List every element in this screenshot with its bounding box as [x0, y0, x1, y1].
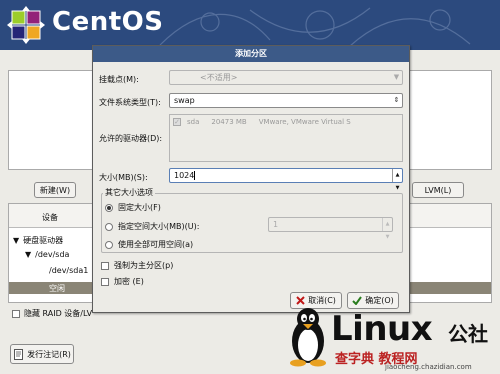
watermark-cn: 公社 [448, 322, 488, 346]
text-cursor [194, 171, 196, 180]
encrypt-checkbox-row[interactable]: 加密 (E) [101, 276, 144, 287]
force-primary-checkbox[interactable] [101, 261, 109, 270]
encrypt-label: 加密 (E) [114, 277, 144, 286]
size-label: 大小(MB)(S): [99, 173, 148, 182]
mount-point-value: <不适用> [200, 73, 238, 82]
chevron-down-icon: ▼ [393, 73, 400, 81]
expander-icon[interactable]: ▼ [25, 250, 31, 259]
encrypt-checkbox[interactable] [101, 277, 109, 286]
spin-down-icon[interactable]: ▼ [386, 231, 390, 244]
size-value: 1024 [174, 171, 195, 180]
watermark: Linux 公社 查字典 教程网 jiaocheng.chazidian.com [285, 303, 500, 374]
fs-type-value: swap [174, 96, 195, 105]
drive-size: 20473 MB [211, 118, 247, 126]
up-down-arrows-icon: ⇕ [393, 96, 400, 104]
drive-name: sda [187, 118, 200, 126]
document-icon [14, 348, 24, 360]
release-notes-label: 发行注记(R) [27, 349, 71, 359]
tree-row-label: /dev/sda [35, 250, 70, 259]
spin-up-icon[interactable]: ▲ [396, 169, 400, 182]
mount-point-combo[interactable]: <不适用> ▼ [169, 70, 403, 85]
allowed-drives-label: 允许的驱动器(D): [99, 134, 163, 143]
fill-max-radio[interactable]: 使用全部可用空间(a) [105, 239, 193, 250]
drive-model: VMware, VMware Virtual S [258, 118, 351, 126]
lvm-button[interactable]: LVM(L) [412, 182, 464, 198]
tux-penguin-icon [290, 308, 326, 367]
tree-row-hard-drives[interactable]: ▼ 硬盘驱动器 [13, 235, 63, 246]
fs-type-select[interactable]: swap ⇕ [169, 93, 403, 108]
release-notes-button[interactable]: 发行注记(R) [10, 344, 74, 364]
centos-banner: CentOS [0, 0, 500, 50]
tree-row-label: /dev/sda1 [49, 266, 89, 275]
other-size-options-title: 其它大小选项 [103, 187, 155, 198]
drive-row[interactable]: ✓ sda 20473 MB VMware, VMware Virtual S [173, 118, 351, 126]
hide-raid-label: 隐藏 RAID 设备/LV [24, 309, 93, 318]
tree-row-sda1[interactable]: /dev/sda1 [49, 266, 88, 275]
drive-checkbox[interactable]: ✓ [173, 118, 181, 126]
new-partition-label: 新建(W) [39, 185, 71, 195]
force-primary-label: 强制为主分区(p) [114, 261, 174, 270]
fill-up-to-spinner[interactable]: 1 ▲ ▼ [268, 217, 393, 240]
tree-row-label: 空闲 [49, 284, 65, 293]
fill-up-to-radio[interactable]: 指定空间大小(MB)(U): [105, 221, 199, 232]
expander-icon[interactable]: ▼ [13, 236, 19, 245]
spin-buttons[interactable]: ▲ ▼ [392, 169, 402, 191]
new-partition-button[interactable]: 新建(W) [34, 182, 76, 198]
device-header-label: 设备 [42, 213, 58, 222]
fill-up-to-value: 1 [273, 220, 279, 229]
tree-row-label: 硬盘驱动器 [23, 236, 64, 245]
hide-raid-checkbox[interactable] [12, 309, 20, 318]
allowed-drives-list[interactable]: ✓ sda 20473 MB VMware, VMware Virtual S [169, 114, 403, 162]
radio-selected-icon[interactable] [105, 203, 113, 212]
fs-type-label: 文件系统类型(T): [99, 98, 161, 107]
hide-raid-checkbox-row[interactable]: 隐藏 RAID 设备/LV [12, 308, 92, 319]
watermark-brand: Linux [331, 309, 433, 349]
watermark-url: jiaocheng.chazidian.com [385, 363, 472, 371]
radio-icon[interactable] [105, 240, 113, 249]
centos-logo-icon [7, 6, 45, 44]
add-partition-dialog: 添加分区 挂载点(M): <不适用> ▼ 文件系统类型(T): swap ⇕ 允… [92, 45, 410, 313]
fixed-size-radio[interactable]: 固定大小(F) [105, 202, 161, 213]
fill-up-to-label: 指定空间大小(MB)(U): [118, 222, 200, 231]
fixed-size-label: 固定大小(F) [118, 203, 161, 212]
dialog-title: 添加分区 [93, 46, 409, 62]
tree-row-sda[interactable]: ▼ /dev/sda [25, 250, 69, 259]
mount-point-label: 挂载点(M): [99, 75, 139, 84]
banner-swirl-decoration [159, 7, 471, 47]
size-spinner[interactable]: 1024 ▲ ▼ [169, 168, 403, 191]
fill-max-label: 使用全部可用空间(a) [118, 240, 194, 249]
radio-icon[interactable] [105, 222, 113, 231]
brand-name: CentOS [52, 7, 164, 37]
force-primary-checkbox-row[interactable]: 强制为主分区(p) [101, 260, 173, 271]
spin-buttons[interactable]: ▲ ▼ [382, 218, 392, 240]
lvm-label: LVM(L) [424, 185, 452, 195]
spin-up-icon[interactable]: ▲ [386, 218, 390, 231]
